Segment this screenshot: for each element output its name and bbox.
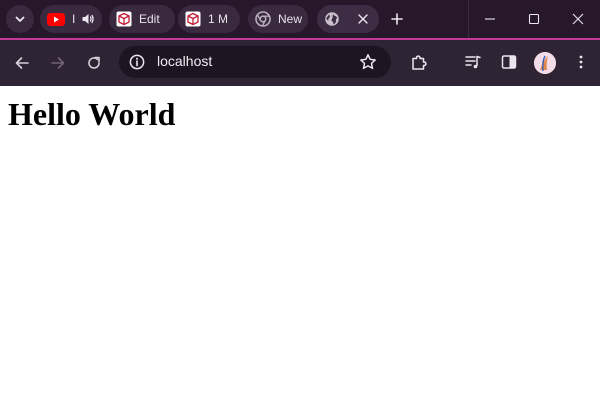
- tab-localhost-active[interactable]: [317, 5, 379, 33]
- forward-button[interactable]: [44, 49, 72, 77]
- tab-edit[interactable]: Edit: [109, 5, 175, 33]
- info-icon[interactable]: [129, 54, 145, 70]
- reload-icon: [88, 56, 100, 69]
- tab-close-button[interactable]: [356, 12, 370, 26]
- chrome-icon: [255, 11, 271, 27]
- side-panel-icon: [501, 55, 517, 69]
- page-content: Hello World: [0, 86, 600, 400]
- side-panel-button[interactable]: [497, 50, 521, 74]
- globe-icon: [325, 12, 339, 26]
- media-controls-button[interactable]: [461, 50, 485, 74]
- tab-youtube[interactable]: I: [40, 5, 102, 33]
- puzzle-icon: [412, 55, 427, 70]
- back-button[interactable]: [8, 49, 36, 77]
- window-close-button[interactable]: [556, 0, 600, 38]
- tab-label: New: [278, 12, 303, 26]
- tab-1m[interactable]: 1 M: [178, 5, 240, 33]
- new-tab-button[interactable]: [385, 7, 409, 31]
- reload-button[interactable]: [80, 49, 108, 77]
- browser-toolbar: localhost: [0, 40, 600, 86]
- box-icon: [185, 11, 201, 27]
- maximize-icon: [528, 13, 540, 25]
- close-icon: [358, 14, 368, 24]
- tab-search-button[interactable]: [6, 5, 34, 33]
- minimize-button[interactable]: [468, 0, 512, 38]
- queue-music-icon: [465, 55, 481, 69]
- avatar-image: [534, 52, 556, 74]
- more-vertical-icon: [579, 55, 583, 69]
- address-bar[interactable]: localhost: [119, 46, 391, 78]
- profile-avatar[interactable]: [534, 52, 556, 74]
- tab-new-tab[interactable]: New: [248, 5, 308, 33]
- arrow-left-icon: [15, 57, 29, 69]
- chevron-down-icon: [15, 16, 25, 22]
- url-text[interactable]: localhost: [157, 53, 212, 69]
- maximize-button[interactable]: [512, 0, 556, 38]
- extensions-button[interactable]: [407, 50, 431, 74]
- bookmark-star-icon[interactable]: [359, 53, 377, 71]
- tab-label: 1 M: [208, 12, 229, 26]
- tab-strip: I Edit 1 M New: [0, 0, 600, 38]
- arrow-right-icon: [51, 57, 65, 69]
- tab-label: I: [72, 12, 76, 26]
- youtube-icon: [47, 12, 65, 26]
- speaker-icon[interactable]: [81, 12, 95, 26]
- box-icon: [116, 11, 132, 27]
- close-icon: [572, 13, 584, 25]
- menu-button[interactable]: [569, 50, 593, 74]
- plus-icon: [391, 13, 403, 25]
- tab-label: Edit: [139, 12, 160, 26]
- page-heading: Hello World: [8, 96, 176, 132]
- minimize-icon: [485, 18, 495, 20]
